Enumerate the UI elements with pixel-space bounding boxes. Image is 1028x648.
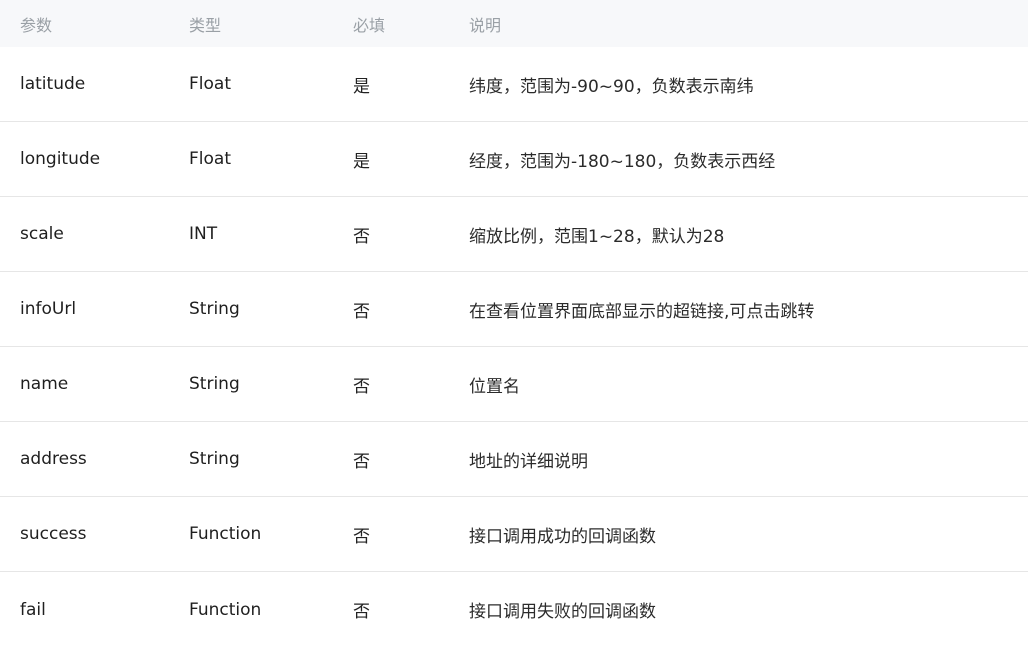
param-name: infoUrl <box>20 299 77 319</box>
param-description: 位置名 <box>469 376 520 397</box>
param-description: 地址的详细说明 <box>469 451 588 472</box>
param-description: 经度，范围为-180~180，负数表示西经 <box>469 151 776 172</box>
table-row: fail Function 否 接口调用失败的回调函数 <box>0 572 1028 647</box>
param-name: success <box>20 524 87 544</box>
table-row: address String 否 地址的详细说明 <box>0 422 1028 497</box>
param-description: 在查看位置界面底部显示的超链接,可点击跳转 <box>469 301 815 322</box>
param-type: Function <box>189 599 262 620</box>
param-required: 否 <box>353 301 370 322</box>
param-name: scale <box>20 224 64 244</box>
table-row: name String 否 位置名 <box>0 347 1028 422</box>
param-description: 缩放比例，范围1~28，默认为28 <box>469 226 725 247</box>
header-required: 必填 <box>353 15 386 35</box>
param-type: Function <box>189 524 262 544</box>
param-name: latitude <box>20 74 86 94</box>
table-header: 参数 类型 必填 说明 <box>0 0 1028 47</box>
table-row: longitude Float 是 经度，范围为-180~180，负数表示西经 <box>0 122 1028 197</box>
param-required: 否 <box>353 526 370 547</box>
table-row: latitude Float 是 纬度，范围为-90~90，负数表示南纬 <box>0 47 1028 122</box>
parameter-table: 参数 类型 必填 说明 latitude Float 是 纬度，范围为-90~9… <box>0 0 1028 647</box>
param-type: INT <box>189 224 218 244</box>
param-type: String <box>189 449 240 469</box>
table-row: scale INT 否 缩放比例，范围1~28，默认为28 <box>0 197 1028 272</box>
param-description: 纬度，范围为-90~90，负数表示南纬 <box>469 76 754 97</box>
param-type: String <box>189 299 240 319</box>
param-name: name <box>20 374 69 394</box>
table-row: success Function 否 接口调用成功的回调函数 <box>0 497 1028 572</box>
param-required: 是 <box>353 76 370 97</box>
param-required: 否 <box>353 226 370 247</box>
param-name: address <box>20 449 87 469</box>
param-type: String <box>189 374 240 394</box>
param-type: Float <box>189 149 231 169</box>
table-row: infoUrl String 否 在查看位置界面底部显示的超链接,可点击跳转 <box>0 272 1028 347</box>
header-param: 参数 <box>20 15 53 35</box>
param-description: 接口调用成功的回调函数 <box>469 526 656 547</box>
param-name: longitude <box>20 149 101 169</box>
param-required: 否 <box>353 376 370 397</box>
param-required: 是 <box>353 151 370 172</box>
param-description: 接口调用失败的回调函数 <box>469 602 656 622</box>
param-required: 否 <box>353 451 370 472</box>
param-type: Float <box>189 74 231 94</box>
header-type: 类型 <box>189 15 222 35</box>
param-required: 否 <box>353 602 370 622</box>
param-name: fail <box>20 599 46 620</box>
header-description: 说明 <box>469 15 502 35</box>
